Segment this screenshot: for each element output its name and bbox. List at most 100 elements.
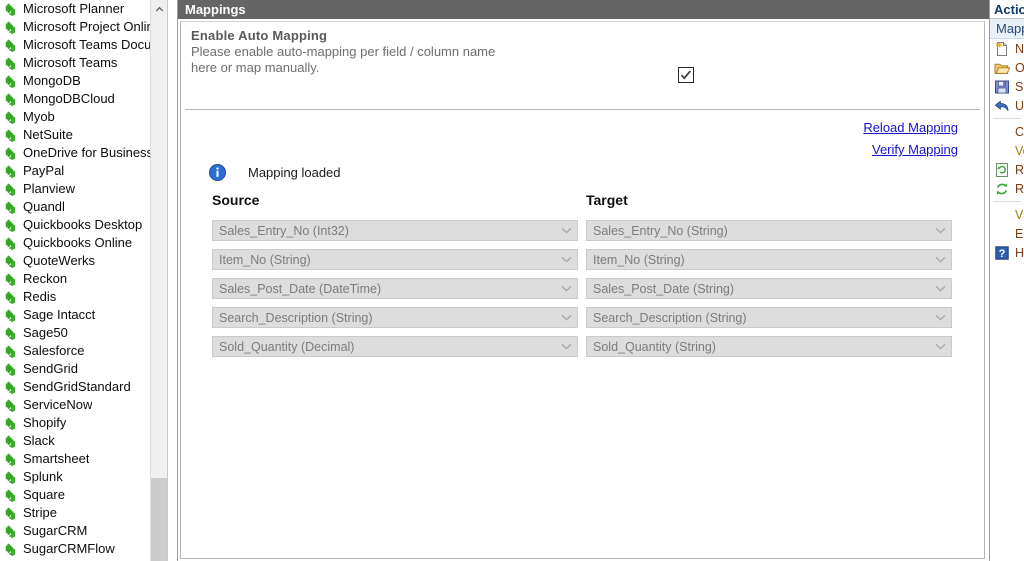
chevron-down-icon[interactable] [558,221,575,240]
puzzle-piece-icon [4,183,17,196]
sidebar-item-microsoft-project-online[interactable]: Microsoft Project Online [0,18,150,36]
sidebar-item-planview[interactable]: Planview [0,180,150,198]
action-item-save[interactable]: Save [990,77,1024,96]
sidebar-item-sendgridstandard[interactable]: SendGridStandard [0,378,150,396]
sidebar-item-label: OneDrive for Business [23,144,150,162]
target-field-dropdown[interactable]: Search_Description (String) [586,307,952,328]
puzzle-piece-icon [4,291,17,304]
sidebar-item-stripe[interactable]: Stripe [0,504,150,522]
sidebar-item-microsoft-teams[interactable]: Microsoft Teams [0,54,150,72]
sidebar-item-label: SendGridStandard [23,378,131,396]
target-field-dropdown[interactable]: Sales_Entry_No (String) [586,220,952,241]
scroll-up-button[interactable] [151,0,168,17]
verify-mapping-link[interactable]: Verify Mapping [863,139,958,161]
sidebar-item-label: SugarCRMFlow [23,540,115,558]
sidebar-scrollbar[interactable] [150,0,167,561]
sidebar-item-mongodbcloud[interactable]: MongoDBCloud [0,90,150,108]
puzzle-piece-icon [4,435,17,448]
chevron-down-icon[interactable] [932,308,949,327]
puzzle-piece-icon [4,3,17,16]
target-field-dropdown[interactable]: Sales_Post_Date (String) [586,278,952,299]
sidebar-item-sugarcrm[interactable]: SugarCRM [0,522,150,540]
scrollbar-thumb[interactable] [151,478,168,561]
sidebar-item-square[interactable]: Square [0,486,150,504]
new-document-icon [994,41,1010,57]
action-item-reset[interactable]: Reset [990,179,1024,198]
sidebar-item-label: Slack [23,432,55,450]
target-field-dropdown[interactable]: Sold_Quantity (String) [586,336,952,357]
action-item-label: New [1015,42,1024,56]
puzzle-piece-icon [4,57,17,70]
reload-mapping-link[interactable]: Reload Mapping [863,117,958,139]
sidebar-item-microsoft-planner[interactable]: Microsoft Planner [0,0,150,18]
target-field-dropdown[interactable]: Item_No (String) [586,249,952,270]
action-item-reload[interactable]: Reload [990,160,1024,179]
action-item-undo[interactable]: Undo [990,96,1024,115]
sidebar-item-label: Microsoft Planner [23,0,124,18]
auto-mapping-description-line2: here or map manually. [191,60,974,76]
action-item-open[interactable]: Open [990,58,1024,77]
mapping-columns: Source Target Sales_Entry_No (Int32)Sale… [212,192,974,365]
action-item-edit[interactable]: Edit [990,224,1024,243]
chevron-down-icon[interactable] [932,337,949,356]
actions-subsection-mapping: Mapping [990,19,1024,39]
sidebar-item-servicenow[interactable]: ServiceNow [0,396,150,414]
source-field-dropdown[interactable]: Search_Description (String) [212,307,578,328]
action-item-label: Help [1015,246,1024,260]
puzzle-piece-icon [4,3,17,16]
puzzle-piece-icon [4,219,17,232]
puzzle-piece-icon [4,381,17,394]
puzzle-piece-icon [4,525,17,538]
sidebar-item-quotewerks[interactable]: QuoteWerks [0,252,150,270]
action-item-view[interactable]: View [990,205,1024,224]
sidebar-item-quandl[interactable]: Quandl [0,198,150,216]
puzzle-piece-icon [4,147,17,160]
action-item-help[interactable]: ?Help [990,243,1024,262]
sidebar-item-myob[interactable]: Myob [0,108,150,126]
puzzle-piece-icon [4,507,17,520]
chevron-down-icon[interactable] [558,308,575,327]
sidebar-item-onedrive-for-business[interactable]: OneDrive for Business [0,144,150,162]
sidebar-item-mongodb[interactable]: MongoDB [0,72,150,90]
chevron-down-icon[interactable] [558,279,575,298]
sidebar-item-quickbooks-online[interactable]: Quickbooks Online [0,234,150,252]
sidebar-item-label: PayPal [23,162,64,180]
chevron-down-icon[interactable] [558,250,575,269]
chevron-down-icon[interactable] [932,250,949,269]
chevron-down-icon[interactable] [932,221,949,240]
sidebar-item-redis[interactable]: Redis [0,288,150,306]
puzzle-piece-icon [4,345,17,358]
action-item-clear[interactable]: Clear [990,122,1024,141]
sidebar-item-reckon[interactable]: Reckon [0,270,150,288]
mapping-row: Item_No (String) Item_No (String) [212,249,974,278]
sidebar-item-salesforce[interactable]: Salesforce [0,342,150,360]
sidebar-item-label: Salesforce [23,342,84,360]
action-item-verify[interactable]: Verify [990,141,1024,160]
sidebar-item-paypal[interactable]: PayPal [0,162,150,180]
sidebar-item-quickbooks-desktop[interactable]: Quickbooks Desktop [0,216,150,234]
source-field-dropdown[interactable]: Sales_Post_Date (DateTime) [212,278,578,299]
sidebar-item-smartsheet[interactable]: Smartsheet [0,450,150,468]
source-field-dropdown[interactable]: Sold_Quantity (Decimal) [212,336,578,357]
source-field-value: Sales_Post_Date (DateTime) [213,282,558,296]
chevron-down-icon[interactable] [558,337,575,356]
source-field-dropdown[interactable]: Sales_Entry_No (Int32) [212,220,578,241]
sidebar-item-slack[interactable]: Slack [0,432,150,450]
action-item-new[interactable]: New [990,39,1024,58]
sidebar-item-label: Quandl [23,198,65,216]
source-field-dropdown[interactable]: Item_No (String) [212,249,578,270]
puzzle-piece-icon [4,93,17,106]
connector-list[interactable]: Microsoft PlannerMicrosoft Project Onlin… [0,0,150,561]
chevron-down-icon[interactable] [932,279,949,298]
sidebar-item-sugarcrmflow[interactable]: SugarCRMFlow [0,540,150,558]
auto-mapping-checkbox[interactable] [678,67,694,83]
sidebar-item-sage-intacct[interactable]: Sage Intacct [0,306,150,324]
sidebar-item-sage50[interactable]: Sage50 [0,324,150,342]
sidebar-item-microsoft-teams-documents[interactable]: Microsoft Teams Documents [0,36,150,54]
sidebar-item-splunk[interactable]: Splunk [0,468,150,486]
mapping-row: Search_Description (String) Search_Descri… [212,307,974,336]
application-window: Microsoft PlannerMicrosoft Project Onlin… [0,0,1024,561]
sidebar-item-sendgrid[interactable]: SendGrid [0,360,150,378]
sidebar-item-netsuite[interactable]: NetSuite [0,126,150,144]
sidebar-item-shopify[interactable]: Shopify [0,414,150,432]
